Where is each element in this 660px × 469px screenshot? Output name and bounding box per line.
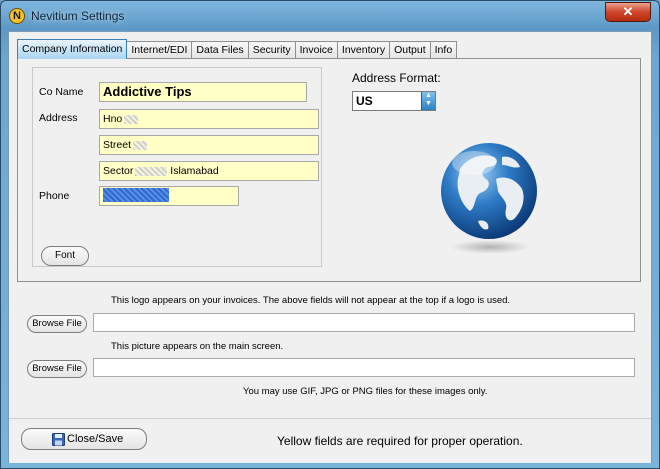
tab-security[interactable]: Security	[247, 41, 296, 59]
settings-window: N Nevitium Settings ✕ Company Informatio…	[0, 0, 660, 469]
browse-picture-button[interactable]: Browse File	[27, 360, 87, 378]
tab-data-files[interactable]: Data Files	[191, 41, 249, 59]
redacted-selection	[103, 188, 169, 203]
formats-note: You may use GIF, JPG or PNG files for th…	[243, 386, 488, 397]
close-save-label: Close/Save	[67, 433, 124, 445]
redacted-text	[124, 114, 139, 124]
redacted-text	[133, 140, 148, 150]
address-line3-field[interactable]: Sector Islamabad	[99, 161, 319, 181]
tab-company-information[interactable]: Company Information	[17, 39, 128, 59]
address-line2-text: Street	[103, 139, 132, 151]
address-line1-text: Hno	[103, 113, 123, 125]
logo-path-input[interactable]	[93, 313, 635, 332]
phone-field[interactable]	[99, 186, 239, 206]
co-name-field[interactable]: Addictive Tips	[99, 82, 307, 102]
logo-note: This logo appears on your invoices. The …	[111, 295, 511, 306]
font-button[interactable]: Font	[41, 246, 89, 266]
spinner-arrows-icon[interactable]: ▲ ▼	[421, 92, 435, 110]
client-area: Company Information Internet/EDI Data Fi…	[8, 31, 652, 463]
window-title: Nevitium Settings	[31, 9, 125, 23]
title-bar[interactable]: N Nevitium Settings ✕	[1, 1, 659, 31]
tab-internet-edi[interactable]: Internet/EDI	[126, 41, 193, 59]
nevitium-app-icon: N	[9, 8, 25, 24]
phone-label: Phone	[39, 190, 70, 202]
close-icon[interactable]: ✕	[605, 2, 651, 22]
address-line2-field[interactable]: Street	[99, 135, 319, 155]
company-details-group: Co Name Addictive Tips Address Hno Stree…	[32, 67, 322, 267]
company-information-panel: Co Name Addictive Tips Address Hno Stree…	[17, 58, 641, 282]
address-format-value: US	[356, 94, 373, 108]
address-line1-field[interactable]: Hno	[99, 109, 319, 129]
picture-note: This picture appears on the main screen.	[111, 341, 284, 352]
floppy-disk-icon	[52, 433, 65, 446]
tab-info[interactable]: Info	[429, 41, 458, 59]
footer-bar: Close/Save Yellow fields are required fo…	[9, 418, 651, 463]
address-line3-prefix: Sector	[103, 165, 134, 177]
globe-icon	[441, 143, 537, 254]
address-format-label: Address Format:	[352, 71, 441, 85]
browse-logo-button[interactable]: Browse File	[27, 315, 87, 333]
tab-invoice[interactable]: Invoice	[294, 41, 338, 59]
close-save-button[interactable]: Close/Save	[21, 428, 147, 450]
address-label: Address	[39, 112, 78, 124]
address-format-select[interactable]: US ▲ ▼	[352, 91, 436, 111]
redacted-text	[135, 166, 168, 176]
address-line3-suffix: Islamabad	[170, 165, 219, 177]
tab-strip: Company Information Internet/EDI Data Fi…	[17, 39, 458, 59]
required-fields-note: Yellow fields are required for proper op…	[277, 434, 523, 448]
co-name-label: Co Name	[39, 86, 84, 98]
tab-inventory[interactable]: Inventory	[336, 41, 391, 59]
picture-path-input[interactable]	[93, 358, 635, 377]
tab-output[interactable]: Output	[389, 41, 431, 59]
